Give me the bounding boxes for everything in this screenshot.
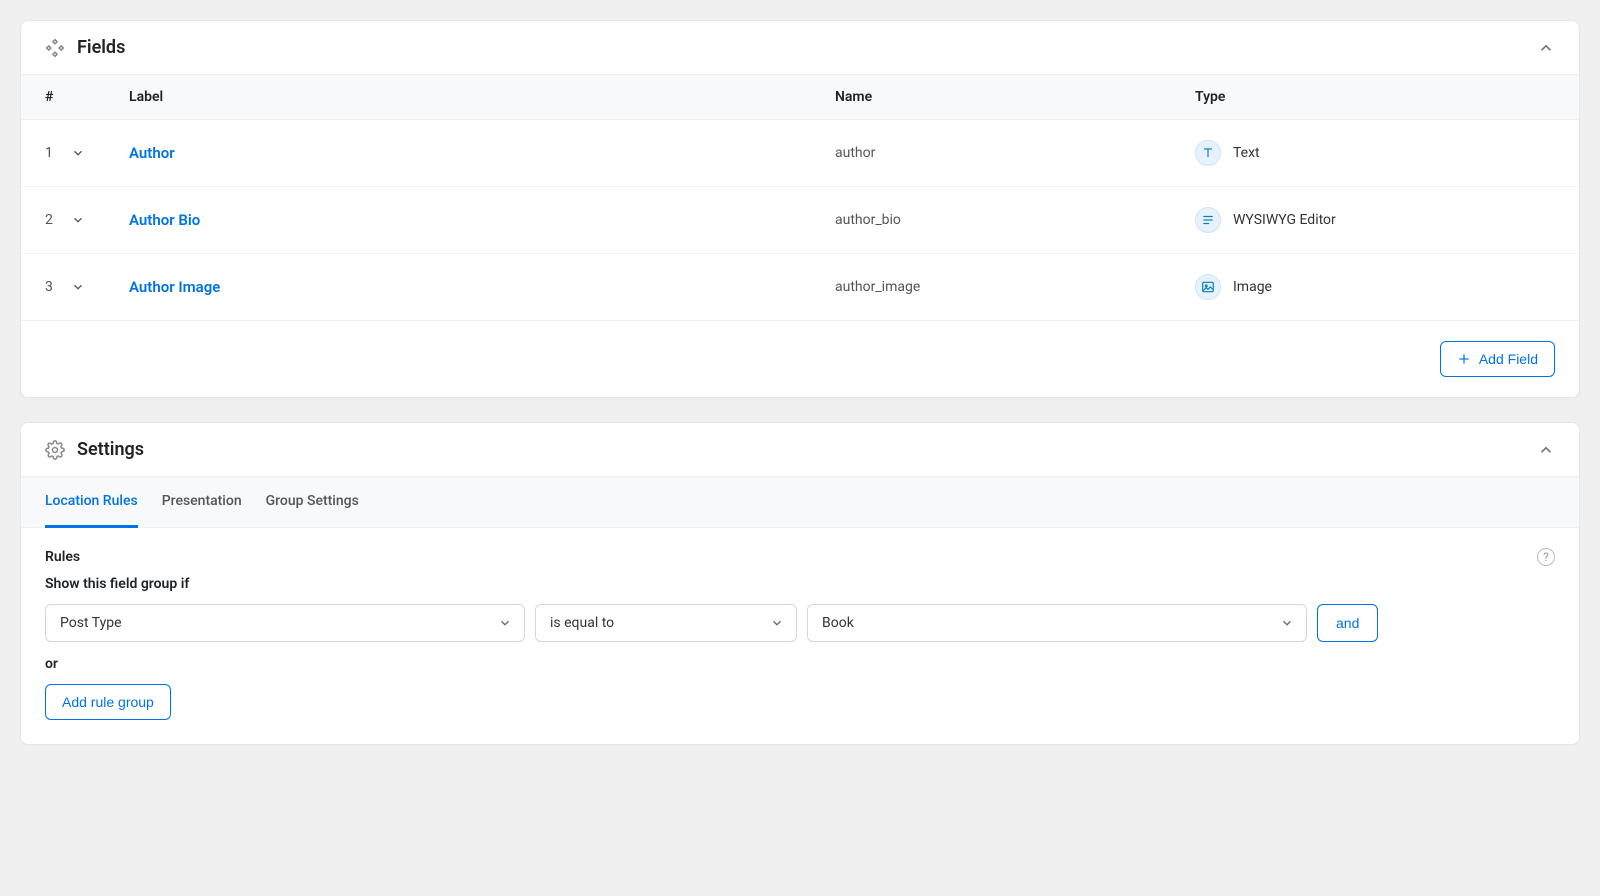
row-label-cell: Author Image: [105, 278, 835, 296]
fields-icon: [45, 38, 65, 58]
wysiwyg-type-icon: [1195, 207, 1221, 233]
chevron-down-icon[interactable]: [71, 146, 85, 160]
fields-table-header: # Label Name Type: [21, 74, 1579, 120]
fields-panel-header[interactable]: Fields: [21, 21, 1579, 74]
image-type-icon: [1195, 274, 1221, 300]
tab-group-settings[interactable]: Group Settings: [266, 477, 359, 528]
row-number: 3: [45, 279, 53, 295]
panel-header-left: Settings: [45, 439, 144, 460]
chevron-down-icon: [770, 616, 784, 630]
chevron-down-icon: [1280, 616, 1294, 630]
row-num-cell: 2: [45, 212, 105, 228]
tab-location-rules[interactable]: Location Rules: [45, 477, 138, 528]
help-icon[interactable]: ?: [1537, 548, 1555, 566]
settings-panel: Settings Location Rules Presentation Gro…: [20, 422, 1580, 745]
row-number: 1: [45, 145, 53, 161]
chevron-up-icon: [1537, 441, 1555, 459]
field-row: 3 Author Image author_image Image: [21, 254, 1579, 321]
settings-panel-title: Settings: [77, 439, 144, 460]
rule-param-select[interactable]: Post Type: [45, 604, 525, 642]
settings-body: Rules ? Show this field group if Post Ty…: [21, 528, 1579, 744]
field-label-link[interactable]: Author: [129, 144, 175, 162]
rule-operator-value: is equal to: [550, 615, 614, 631]
rules-subtitle: Show this field group if: [45, 576, 1555, 592]
row-type-cell: WYSIWYG Editor: [1195, 207, 1555, 233]
text-type-icon: [1195, 140, 1221, 166]
row-name-cell: author_bio: [835, 212, 1195, 228]
rules-heading: Rules: [45, 549, 80, 565]
row-type-label: Image: [1233, 279, 1272, 295]
rule-value-select[interactable]: Book: [807, 604, 1307, 642]
add-field-label: Add Field: [1479, 351, 1538, 367]
fields-panel: Fields # Label Name Type 1 Author author: [20, 20, 1580, 398]
row-label-cell: Author: [105, 144, 835, 162]
row-type-label: WYSIWYG Editor: [1233, 212, 1336, 228]
panel-header-left: Fields: [45, 37, 125, 58]
row-num-cell: 1: [45, 145, 105, 161]
field-row: 2 Author Bio author_bio WYSIWYG Editor: [21, 187, 1579, 254]
col-header-type: Type: [1195, 89, 1555, 105]
rule-row: Post Type is equal to Book and: [45, 604, 1555, 642]
settings-panel-header[interactable]: Settings: [21, 423, 1579, 476]
chevron-up-icon: [1537, 39, 1555, 57]
rules-header: Rules ?: [45, 548, 1555, 566]
row-label-cell: Author Bio: [105, 211, 835, 229]
row-number: 2: [45, 212, 53, 228]
add-rule-group-label: Add rule group: [62, 694, 154, 710]
chevron-down-icon[interactable]: [71, 213, 85, 227]
row-num-cell: 3: [45, 279, 105, 295]
add-rule-group-button[interactable]: Add rule group: [45, 684, 171, 720]
row-name-cell: author_image: [835, 279, 1195, 295]
row-type-cell: Image: [1195, 274, 1555, 300]
rule-value-value: Book: [822, 615, 854, 631]
tab-presentation[interactable]: Presentation: [162, 477, 242, 528]
rule-operator-select[interactable]: is equal to: [535, 604, 797, 642]
field-row: 1 Author author Text: [21, 120, 1579, 187]
row-name-cell: author: [835, 145, 1195, 161]
gear-icon: [45, 440, 65, 460]
or-label: or: [45, 656, 1555, 672]
field-label-link[interactable]: Author Image: [129, 278, 220, 296]
fields-panel-footer: Add Field: [21, 321, 1579, 397]
row-type-label: Text: [1233, 145, 1260, 161]
settings-tabs: Location Rules Presentation Group Settin…: [21, 476, 1579, 528]
add-field-button[interactable]: Add Field: [1440, 341, 1555, 377]
chevron-down-icon: [498, 616, 512, 630]
and-button[interactable]: and: [1317, 604, 1378, 642]
plus-icon: [1457, 352, 1471, 366]
rule-param-value: Post Type: [60, 615, 122, 631]
chevron-down-icon[interactable]: [71, 280, 85, 294]
col-header-num: #: [45, 89, 105, 105]
col-header-name: Name: [835, 89, 1195, 105]
field-label-link[interactable]: Author Bio: [129, 211, 200, 229]
col-header-label: Label: [105, 89, 835, 105]
row-type-cell: Text: [1195, 140, 1555, 166]
fields-panel-title: Fields: [77, 37, 125, 58]
